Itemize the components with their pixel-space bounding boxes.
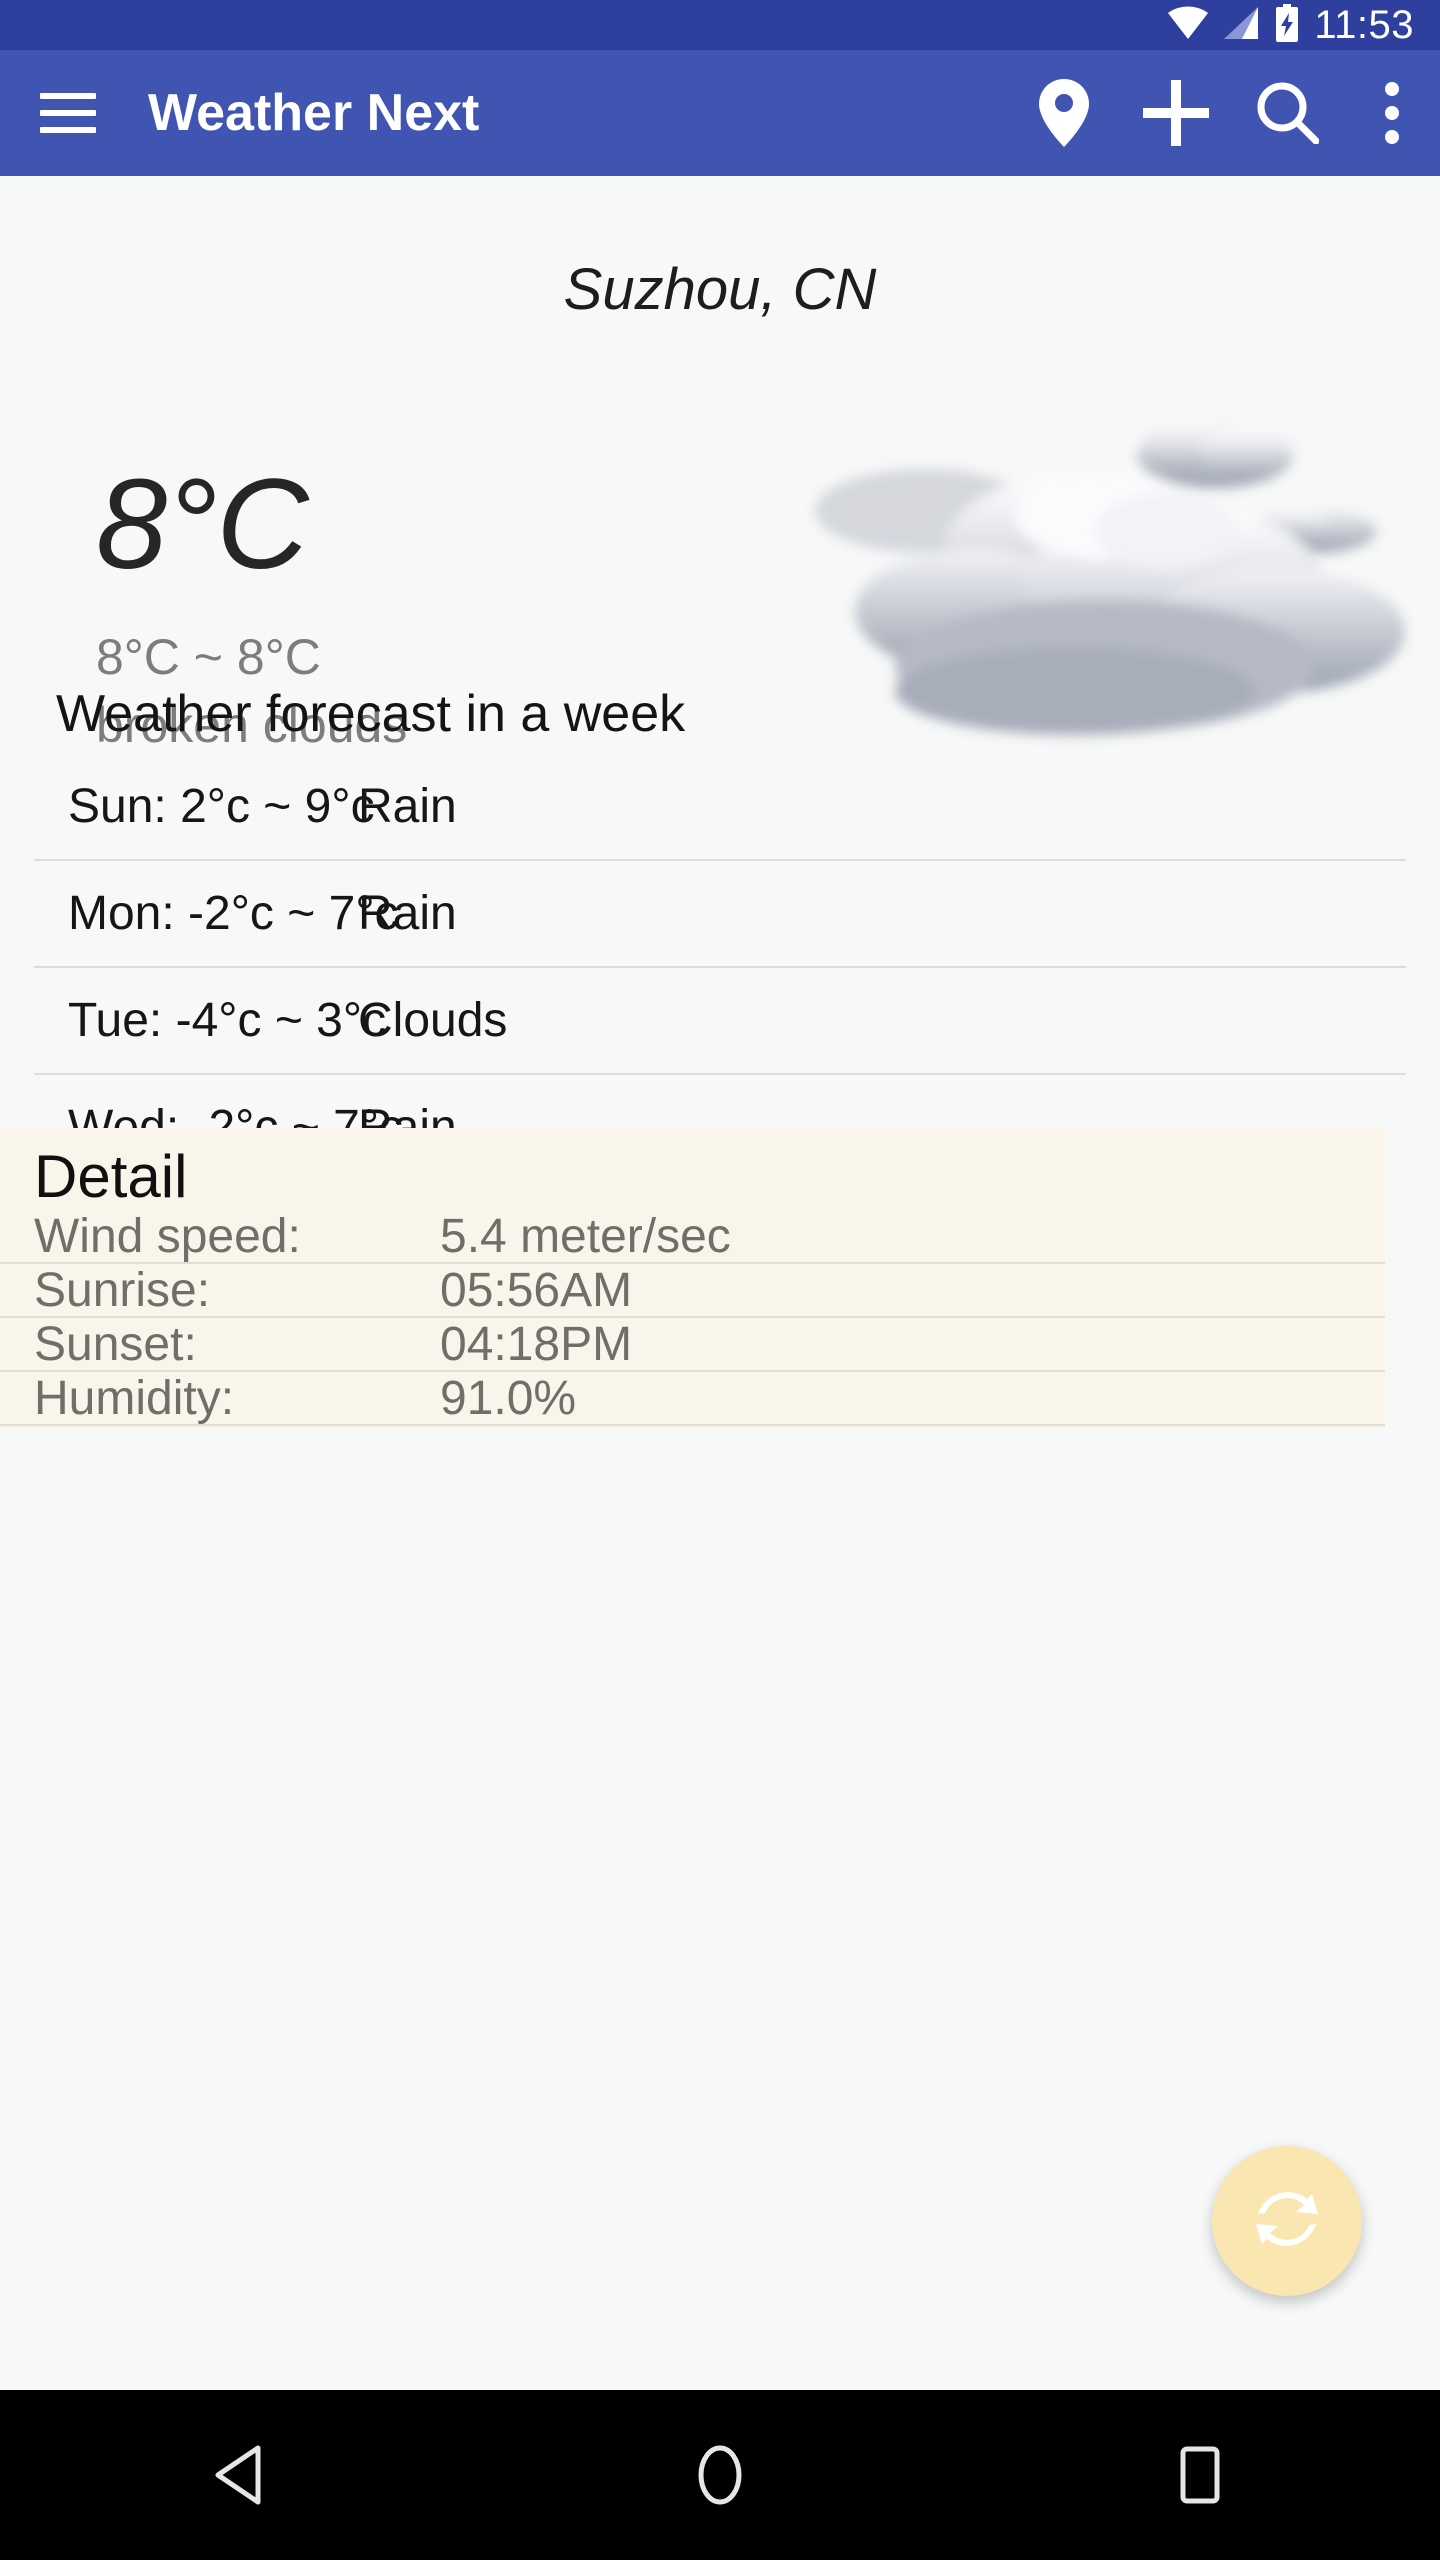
location-pin-icon[interactable] (1008, 57, 1120, 169)
refresh-fab[interactable] (1212, 2146, 1362, 2296)
forecast-day: Sun: 2°c ~ 9°c (68, 780, 375, 833)
detail-label: Humidity: (34, 1371, 235, 1425)
main-content: Suzhou, CN 8°C 8°C ~ 8°C broken clouds W… (0, 176, 1440, 2390)
detail-row: Sunset: 04:18PM (0, 1318, 1385, 1372)
forecast-condition: Rain (358, 780, 457, 833)
detail-label: Sunrise: (34, 1263, 211, 1317)
detail-row: Sunrise: 05:56AM (0, 1264, 1385, 1318)
page-title: Weather Next (148, 84, 480, 142)
forecast-row[interactable]: Sun: 2°c ~ 9°c Rain (0, 754, 1440, 859)
detail-row: Wind speed: 5.4 meter/sec (0, 1210, 1385, 1264)
forecast-heading: Weather forecast in a week (56, 685, 686, 743)
detail-panel: Detail Wind speed: 5.4 meter/sec Sunrise… (0, 1128, 1385, 1428)
forecast-condition: Clouds (358, 994, 508, 1047)
system-navigation-bar (0, 2390, 1440, 2560)
battery-charging-icon (1274, 3, 1300, 47)
app-bar-actions (1008, 57, 1440, 169)
refresh-icon (1251, 2183, 1323, 2260)
plus-icon[interactable] (1120, 57, 1232, 169)
overflow-menu-icon[interactable] (1344, 57, 1440, 169)
forecast-row[interactable]: Mon: -2°c ~ 7°c Rain (0, 861, 1440, 966)
forecast-day: Tue: -4°c ~ 3°c (68, 994, 387, 1047)
home-icon[interactable] (645, 2420, 795, 2530)
detail-row: Humidity: 91.0% (0, 1372, 1385, 1426)
detail-value: 04:18PM (440, 1317, 633, 1371)
broken-clouds-icon (775, 396, 1415, 796)
back-icon[interactable] (165, 2420, 315, 2530)
forecast-day: Mon: -2°c ~ 7°c (68, 887, 399, 940)
recents-icon[interactable] (1125, 2420, 1275, 2530)
app-bar: Weather Next (0, 50, 1440, 176)
current-temperature: 8°C (96, 453, 309, 596)
cellular-signal-icon (1222, 6, 1260, 45)
detail-value: 5.4 meter/sec (440, 1209, 731, 1263)
detail-value: 1029 hPa (440, 1425, 646, 1429)
forecast-condition: Rain (358, 887, 457, 940)
wifi-icon (1168, 5, 1209, 45)
app-root: 11:53 Weather Next Suzhou, CN 8°C 8°C ~ … (0, 0, 1440, 2560)
search-icon[interactable] (1232, 57, 1344, 169)
forecast-row[interactable]: Tue: -4°c ~ 3°c Clouds (0, 968, 1440, 1073)
hamburger-menu-icon[interactable] (40, 93, 96, 133)
forecast-list: Sun: 2°c ~ 9°c Rain Mon: -2°c ~ 7°c Rain… (0, 754, 1440, 1180)
status-bar-clock: 11:53 (1314, 3, 1414, 47)
detail-value: 91.0% (440, 1371, 577, 1425)
detail-label: Pressure: (34, 1425, 239, 1429)
detail-label: Sunset: (34, 1317, 197, 1371)
status-bar: 11:53 (0, 0, 1440, 50)
detail-label: Wind speed: (34, 1209, 301, 1263)
detail-row: Pressure: 1029 hPa (0, 1425, 1385, 1429)
temperature-range: 8°C ~ 8°C (96, 629, 321, 685)
current-city: Suzhou, CN (563, 257, 877, 322)
detail-value: 05:56AM (440, 1263, 633, 1317)
detail-heading: Detail (34, 1143, 188, 1210)
